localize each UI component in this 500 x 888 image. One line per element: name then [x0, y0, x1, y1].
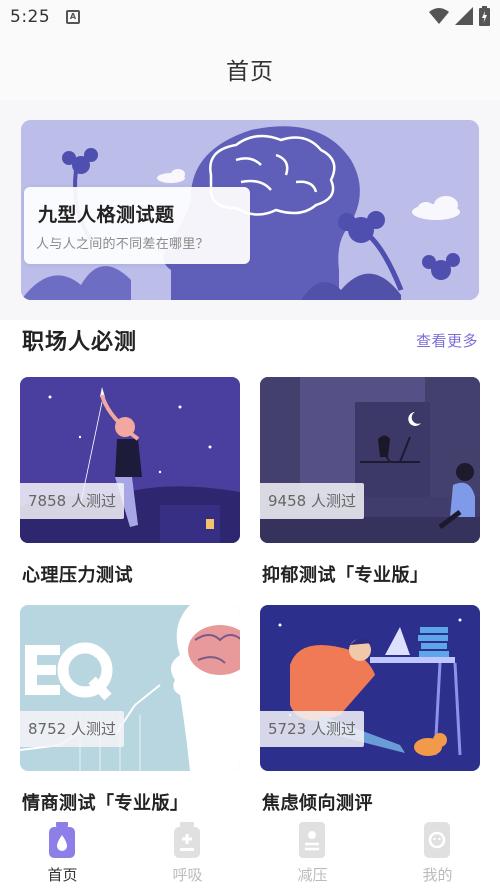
test-name: 心理压力测试: [22, 565, 133, 586]
signal-icon: [455, 7, 473, 25]
bottom-navigation: 首页 呼吸 减压 我的: [0, 818, 500, 888]
nav-item-home[interactable]: 首页: [0, 820, 125, 886]
profile-face-icon: [424, 822, 450, 858]
notification-icon: A: [66, 10, 80, 24]
banner-area: 九型人格测试题 人与人之间的不同差在哪里？: [0, 100, 500, 320]
nav-item-profile[interactable]: 我的: [375, 820, 500, 886]
relax-book-icon: [299, 822, 325, 858]
test-count: 8752 人测过: [20, 711, 124, 747]
banner-caption-card[interactable]: 九型人格测试题 人与人之间的不同差在哪里？: [24, 187, 250, 264]
see-more-link[interactable]: 查看更多: [416, 330, 478, 351]
test-card-anxiety[interactable]: 5723 人测过 焦虑倾向测评: [260, 605, 480, 814]
test-name: 情商测试「专业版」: [22, 793, 189, 814]
nav-item-breath[interactable]: 呼吸: [125, 820, 250, 886]
test-thumbnail: 7858 人测过: [20, 377, 240, 543]
page-title: 首页: [226, 59, 274, 85]
test-card-depression[interactable]: 9458 人测过 抑郁测试「专业版」: [260, 377, 480, 586]
test-count: 9458 人测过: [260, 483, 364, 519]
status-bar: 5:25 A: [0, 0, 500, 32]
battery-icon: [479, 6, 490, 26]
test-name: 焦虑倾向测评: [262, 793, 373, 814]
nav-label: 减压: [297, 866, 328, 884]
status-time: 5:25: [10, 7, 51, 27]
test-count: 5723 人测过: [260, 711, 364, 747]
status-icons: [429, 6, 490, 26]
title-bar: 首页: [0, 32, 500, 100]
wifi-icon: [429, 8, 449, 24]
nav-label: 呼吸: [172, 866, 203, 884]
test-thumbnail: 8752 人测过: [20, 605, 240, 771]
banner-subtitle: 人与人之间的不同差在哪里？: [36, 237, 209, 252]
nav-label: 我的: [422, 866, 453, 884]
section-title: 职场人必测: [22, 330, 138, 355]
home-bottle-icon: [49, 822, 75, 858]
banner-title: 九型人格测试题: [38, 204, 175, 226]
test-count: 7858 人测过: [20, 483, 124, 519]
test-thumbnail: 5723 人测过: [260, 605, 480, 771]
test-card-eq[interactable]: 8752 人测过 情商测试「专业版」: [20, 605, 240, 814]
breath-jar-icon: [174, 822, 200, 858]
nav-label: 首页: [47, 866, 78, 884]
test-name: 抑郁测试「专业版」: [262, 565, 429, 586]
test-thumbnail: 9458 人测过: [260, 377, 480, 543]
nav-item-relax[interactable]: 减压: [250, 820, 375, 886]
test-card-stress[interactable]: 7858 人测过 心理压力测试: [20, 377, 240, 586]
